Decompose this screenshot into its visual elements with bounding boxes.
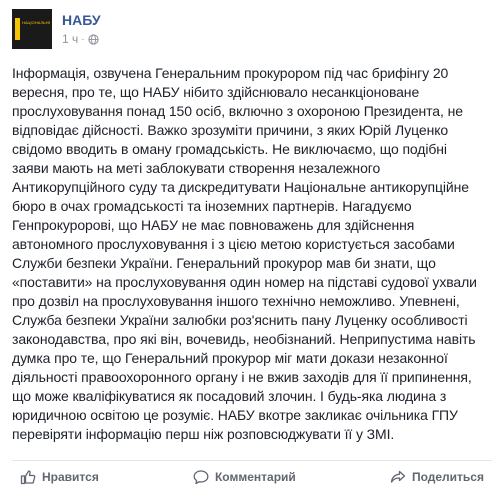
post-timestamp[interactable]: 1 ч [62, 32, 78, 46]
post-text-line: бюро в очах громадськості та іноземних п… [12, 198, 412, 214]
share-label: Поделиться [411, 470, 484, 484]
post-header: НАЦІОНАЛЬНЕ АНТИКОРУПЦІЙНЕ БЮРО УКРАЇНИ … [12, 9, 492, 53]
post-text-line: про дозвіл на прослуховування іншого тех… [12, 293, 460, 309]
post-text-line: юридичною освітою це розуміє. НАБУ вкотр… [12, 407, 458, 423]
post-text-line: заяви мають на меті заблокувати створенн… [12, 160, 381, 176]
comment-icon [193, 470, 209, 485]
post-text-line: діяльності правоохоронного органу і не в… [12, 369, 472, 385]
post-body: Інформація, озвучена Генеральним прокуро… [12, 64, 488, 444]
post-text-line: Генпрокуророві, що НАБУ не має повноваже… [12, 217, 415, 233]
post-text-line: Антикорупційного суду та дискредитувати … [12, 179, 469, 195]
avatar-logo-text: НАЦІОНАЛЬНЕ АНТИКОРУПЦІЙНЕ БЮРО УКРАЇНИ [22, 20, 50, 25]
post-text-line: законодавства, про які він, вочевидь, не… [12, 331, 476, 347]
meta-separator: · [81, 33, 85, 45]
share-icon [390, 470, 406, 483]
page-avatar[interactable]: НАЦІОНАЛЬНЕ АНТИКОРУПЦІЙНЕ БЮРО УКРАЇНИ [12, 9, 52, 49]
post-text-line: Інформація, озвучена Генеральним прокуро… [12, 65, 449, 81]
share-button[interactable]: Поделиться [382, 463, 492, 491]
post-text-line: думка про те, що Генеральний прокурор мі… [12, 350, 448, 366]
page-name-link[interactable]: НАБУ [62, 12, 101, 28]
logo-bar [15, 18, 20, 40]
comment-label: Комментарий [214, 470, 296, 484]
post-text-line: свідомо вводить в оману громадськість. Н… [12, 141, 447, 157]
post-text-line: вересня, про те, що НАБУ нібито здійснюв… [12, 84, 420, 100]
post-meta: 1 ч · [62, 32, 99, 46]
like-button[interactable]: Нравится [12, 463, 107, 491]
post-text-line: відповідає дійсності. Важко зрозуміти пр… [12, 122, 449, 138]
post-text-line: «поставити» на прослуховування один номе… [12, 274, 477, 290]
post-actions-bar: Нравится Комментарий Поделиться [12, 461, 492, 493]
globe-icon[interactable] [87, 33, 99, 45]
like-label: Нравится [42, 470, 99, 484]
post-text-line: Служба безпеки України залюбки роз'яснит… [12, 312, 468, 328]
comment-button[interactable]: Комментарий [185, 463, 304, 491]
post-text-line: Служби безпеки України. Генеральний прок… [12, 255, 436, 271]
post-text-line: прослуховування понад 150 осіб, включно … [12, 103, 463, 119]
post-text-line: автономного прослуховування і з цією мет… [12, 236, 455, 252]
post-text-line: перевіряти інформацію перш ніж розповсюд… [12, 426, 395, 442]
post-text-line: що може кваліфікуватися як посадовий зло… [12, 388, 447, 404]
thumbs-up-icon [20, 470, 36, 485]
